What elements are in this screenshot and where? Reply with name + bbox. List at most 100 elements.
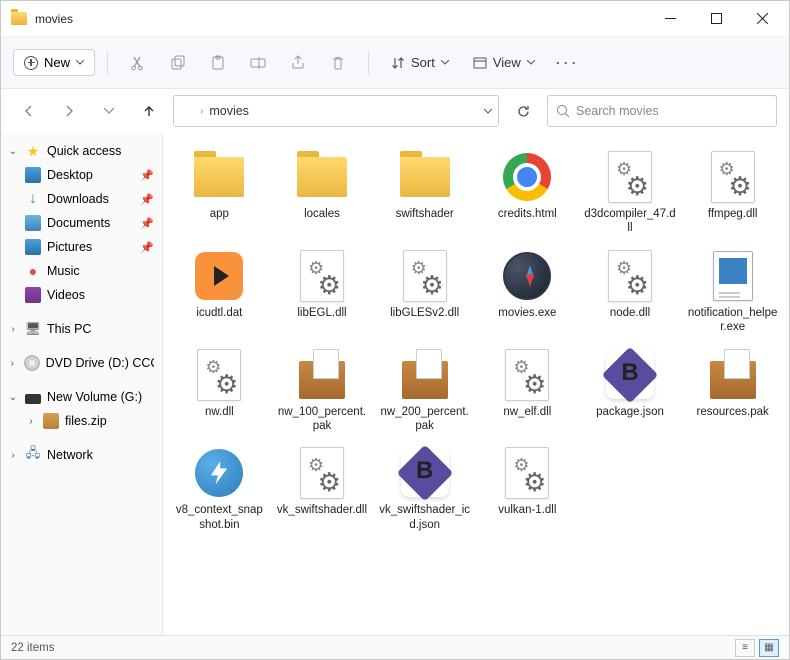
- dll-gear-icon: [300, 447, 344, 499]
- sort-button[interactable]: Sort: [381, 49, 459, 76]
- forward-button[interactable]: [53, 95, 85, 127]
- window-title: movies: [35, 12, 647, 26]
- sidebar-item-label: files.zip: [65, 414, 107, 428]
- copy-button[interactable]: [160, 45, 196, 81]
- download-icon: ↓: [25, 191, 41, 207]
- sidebar-documents[interactable]: Documents 📌: [1, 211, 162, 235]
- sidebar-quick-access[interactable]: ⌄ ★ Quick access: [1, 139, 162, 163]
- sidebar-files-zip[interactable]: › files.zip: [1, 409, 162, 433]
- chevron-down-icon: [527, 60, 535, 65]
- dll-gear-icon: [403, 250, 447, 302]
- search-input[interactable]: Search movies: [547, 95, 777, 127]
- chevron-down-icon[interactable]: [484, 109, 492, 114]
- file-item[interactable]: vulkan-1.dll: [477, 441, 578, 536]
- search-icon: [556, 104, 570, 118]
- pictures-icon: [25, 239, 41, 255]
- address-folder-icon: [180, 106, 194, 117]
- sidebar-item-label: This PC: [47, 322, 91, 336]
- paste-button[interactable]: [200, 45, 236, 81]
- up-button[interactable]: [133, 95, 165, 127]
- package-box-icon: [710, 361, 756, 399]
- nav-row: › movies Search movies: [1, 89, 789, 133]
- sidebar-music[interactable]: ● Music: [1, 259, 162, 283]
- sidebar-this-pc[interactable]: › 🖥 This PC: [1, 317, 162, 341]
- chevron-down-icon: ⌄: [7, 146, 19, 157]
- refresh-button[interactable]: [507, 95, 539, 127]
- file-label: vk_swiftshader.dll: [277, 503, 367, 531]
- file-item[interactable]: nw_200_percent.pak: [374, 343, 475, 438]
- view-button[interactable]: View: [463, 49, 545, 76]
- file-item[interactable]: package.json: [580, 343, 681, 438]
- file-item[interactable]: nw.dll: [169, 343, 270, 438]
- breadcrumb-separator: ›: [200, 106, 203, 117]
- recent-button[interactable]: [93, 95, 125, 127]
- sidebar-downloads[interactable]: ↓ Downloads 📌: [1, 187, 162, 211]
- compass-icon: [503, 252, 551, 300]
- file-item[interactable]: credits.html: [477, 145, 578, 240]
- file-label: credits.html: [498, 207, 557, 235]
- back-button[interactable]: [13, 95, 45, 127]
- file-label: notification_helper.exe: [687, 306, 779, 335]
- file-item[interactable]: ffmpeg.dll: [682, 145, 783, 240]
- explorer-window: movies New Sort View ···: [0, 0, 790, 660]
- toolbar-divider: [368, 51, 369, 75]
- file-label: app: [210, 207, 229, 235]
- file-item[interactable]: libGLESv2.dll: [374, 244, 475, 339]
- file-item[interactable]: vk_swiftshader.dll: [272, 441, 373, 536]
- play-icon: [195, 252, 243, 300]
- close-button[interactable]: [739, 2, 785, 36]
- breadcrumb-item[interactable]: movies: [209, 104, 249, 118]
- file-item[interactable]: app: [169, 145, 270, 240]
- plus-icon: [24, 56, 38, 70]
- address-bar[interactable]: › movies: [173, 95, 499, 127]
- sidebar-videos[interactable]: Videos: [1, 283, 162, 307]
- sidebar-new-volume[interactable]: ⌄ New Volume (G:): [1, 385, 162, 409]
- share-button[interactable]: [280, 45, 316, 81]
- file-label: nw_200_percent.pak: [379, 405, 471, 434]
- sidebar-item-label: Desktop: [47, 168, 93, 182]
- file-item[interactable]: locales: [272, 145, 373, 240]
- file-item[interactable]: nw_elf.dll: [477, 343, 578, 438]
- file-label: v8_context_snapshot.bin: [173, 503, 265, 532]
- dll-gear-icon: [608, 151, 652, 203]
- more-button[interactable]: ···: [549, 45, 585, 81]
- file-item[interactable]: vk_swiftshader_icd.json: [374, 441, 475, 536]
- dll-gear-icon: [197, 349, 241, 401]
- file-label: vulkan-1.dll: [498, 503, 556, 531]
- new-button[interactable]: New: [13, 49, 95, 76]
- delete-button[interactable]: [320, 45, 356, 81]
- file-item[interactable]: resources.pak: [682, 343, 783, 438]
- sidebar-dvd[interactable]: › DVD Drive (D:) CCCC: [1, 351, 162, 375]
- sidebar-pictures[interactable]: Pictures 📌: [1, 235, 162, 259]
- file-item[interactable]: v8_context_snapshot.bin: [169, 441, 270, 536]
- file-item[interactable]: movies.exe: [477, 244, 578, 339]
- rename-button[interactable]: [240, 45, 276, 81]
- cut-button[interactable]: [120, 45, 156, 81]
- file-item[interactable]: notification_helper.exe: [682, 244, 783, 339]
- file-item[interactable]: icudtl.dat: [169, 244, 270, 339]
- minimize-button[interactable]: [647, 2, 693, 36]
- file-item[interactable]: swiftshader: [374, 145, 475, 240]
- maximize-button[interactable]: [693, 2, 739, 36]
- details-view-button[interactable]: ≡: [735, 639, 755, 657]
- file-item[interactable]: nw_100_percent.pak: [272, 343, 373, 438]
- icons-view-button[interactable]: ▦: [759, 639, 779, 657]
- file-item[interactable]: d3dcompiler_47.dll: [580, 145, 681, 240]
- dll-gear-icon: [505, 447, 549, 499]
- sidebar-desktop[interactable]: Desktop 📌: [1, 163, 162, 187]
- status-bar: 22 items ≡ ▦: [1, 635, 789, 659]
- dvd-icon: [24, 355, 40, 371]
- bbedit-icon: [606, 351, 654, 399]
- search-placeholder: Search movies: [576, 104, 659, 118]
- file-label: nw_elf.dll: [503, 405, 551, 433]
- folder-icon: [194, 157, 244, 197]
- chevron-right-icon: ›: [25, 416, 37, 427]
- sort-icon: [391, 56, 405, 70]
- file-label: node.dll: [610, 306, 650, 334]
- folder-icon: [400, 157, 450, 197]
- toolbar: New Sort View ···: [1, 37, 789, 89]
- file-item[interactable]: node.dll: [580, 244, 681, 339]
- file-item[interactable]: libEGL.dll: [272, 244, 373, 339]
- sidebar-item-label: Music: [47, 264, 80, 278]
- sidebar-network[interactable]: › 🖧 Network: [1, 443, 162, 467]
